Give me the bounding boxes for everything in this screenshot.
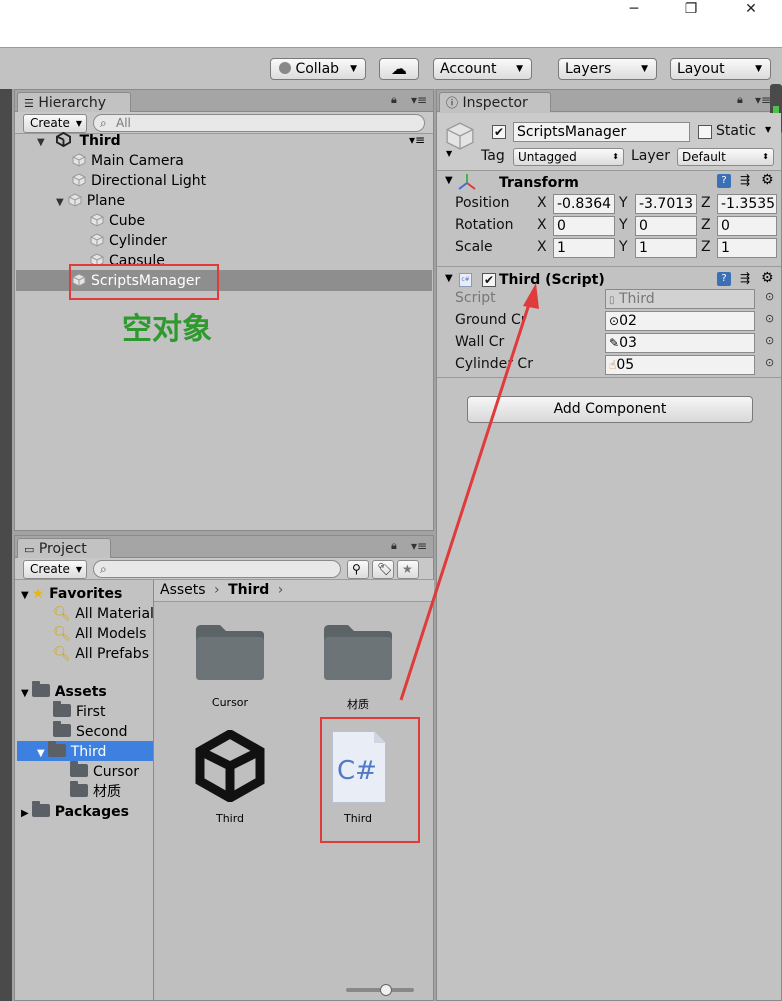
annotation-arrow bbox=[399, 283, 539, 701]
